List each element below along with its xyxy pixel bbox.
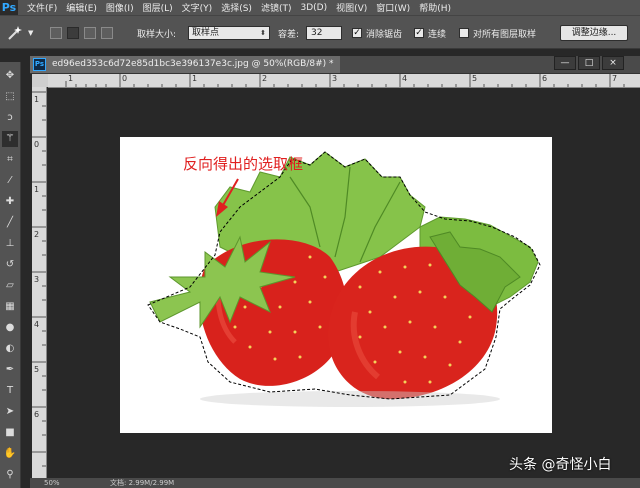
eyedropper-icon[interactable]: ⁄: [2, 173, 18, 189]
blur-icon[interactable]: ●: [2, 320, 18, 336]
brush-icon[interactable]: ╱: [2, 215, 18, 231]
ruler-label: 2: [34, 230, 40, 239]
options-bar: ▼ 取样大小: 取样点 ⬍ 容差: 32 ✓ 消除锯齿 ✓ 连续 对所有图层取样…: [0, 15, 640, 49]
zoom-level[interactable]: 50%: [44, 478, 60, 488]
ruler-label: 3: [332, 74, 338, 83]
document-tab-bar: Ps ed96ed353c6d72e85d1bc3e396137e3c.jpg …: [30, 56, 640, 74]
ruler-label: 7: [612, 74, 618, 83]
new-selection-button[interactable]: [50, 27, 62, 39]
subtract-from-selection-button[interactable]: [84, 27, 96, 39]
document-size: 文档: 2.99M/2.99M: [110, 479, 175, 487]
sample-size-label: 取样大小:: [137, 30, 177, 40]
restore-button[interactable]: □: [578, 56, 600, 70]
ruler-label: 1: [68, 74, 74, 83]
eraser-icon[interactable]: ▱: [2, 278, 18, 294]
magic-wand-icon[interactable]: [6, 24, 24, 42]
ruler-label: 0: [122, 74, 128, 83]
strawberries-illustration: [147, 151, 541, 407]
zoom-icon[interactable]: ⚲: [2, 467, 18, 483]
history-brush-icon[interactable]: ↺: [2, 257, 18, 273]
document-image[interactable]: [120, 137, 552, 433]
ruler-label: 1: [34, 95, 40, 104]
watermark: 头条 @奇怪小白: [509, 457, 612, 473]
ruler-label: 1: [192, 74, 198, 83]
tolerance-label: 容差:: [278, 30, 300, 40]
hand-icon[interactable]: ✋: [2, 446, 18, 462]
lasso-icon[interactable]: ↄ: [2, 110, 18, 126]
antialias-checkbox[interactable]: ✓: [352, 28, 362, 38]
sample-size-select[interactable]: 取样点 ⬍: [188, 26, 270, 40]
sample-size-value: 取样点: [192, 28, 220, 38]
menu-file[interactable]: 文件(F): [27, 1, 57, 14]
antialias-label: 消除锯齿: [366, 30, 403, 40]
annotation-text: 反向得出的选取框: [183, 155, 304, 173]
document-tab[interactable]: Ps ed96ed353c6d72e85d1bc3e396137e3c.jpg …: [30, 56, 340, 73]
ruler-vertical[interactable]: 1 0 1 2 3 4 5 6: [32, 87, 47, 488]
contiguous-label: 连续: [428, 30, 447, 40]
sample-all-layers-label: 对所有图层取样: [473, 30, 537, 40]
magic-wand-icon[interactable]: ⚚: [2, 131, 18, 147]
ruler-label: 4: [402, 74, 408, 83]
minimize-button[interactable]: —: [554, 56, 576, 70]
status-bar: 50% 文档: 2.99M/2.99M: [30, 478, 640, 488]
marquee-icon[interactable]: ⬚: [2, 89, 18, 105]
ruler-label: 5: [34, 365, 40, 374]
chevron-updown-icon: ⬍: [260, 29, 266, 37]
strawberry-shadow: [200, 391, 500, 407]
intersect-selection-button[interactable]: [101, 27, 113, 39]
sample-all-layers-checkbox[interactable]: [459, 28, 469, 38]
ruler-origin[interactable]: [32, 74, 48, 87]
menu-window[interactable]: 窗口(W): [376, 1, 410, 14]
tools-panel: ✥ ⬚ ↄ ⚚ ⌗ ⁄ ✚ ╱ ⊥ ↺ ▱ ▦ ● ◐ ✒ T ➤ ■ ✋ ⚲: [0, 62, 21, 488]
ruler-label: 6: [542, 74, 548, 83]
crop-icon[interactable]: ⌗: [2, 152, 18, 168]
menu-bar: Ps 文件(F) 编辑(E) 图像(I) 图层(L) 文字(Y) 选择(S) 滤…: [0, 0, 640, 15]
tolerance-input[interactable]: 32: [306, 26, 342, 40]
menu-select[interactable]: 选择(S): [221, 1, 252, 14]
document-title: ed96ed353c6d72e85d1bc3e396137e3c.jpg @ 5…: [52, 59, 334, 69]
ruler-label: 1: [34, 185, 40, 194]
menu-layer[interactable]: 图层(L): [143, 1, 173, 14]
path-selection-icon[interactable]: ➤: [2, 404, 18, 420]
ruler-label: 5: [472, 74, 478, 83]
menu-3d[interactable]: 3D(D): [300, 3, 327, 13]
tool-preset-chevron-down-icon[interactable]: ▼: [28, 29, 33, 37]
contiguous-checkbox[interactable]: ✓: [414, 28, 424, 38]
close-button[interactable]: ×: [602, 56, 624, 70]
menu-edit[interactable]: 编辑(E): [66, 1, 97, 14]
clone-stamp-icon[interactable]: ⊥: [2, 236, 18, 252]
move-icon[interactable]: ✥: [2, 68, 18, 84]
menu-view[interactable]: 视图(V): [336, 1, 367, 14]
menu-image[interactable]: 图像(I): [106, 1, 134, 14]
menu-type[interactable]: 文字(Y): [182, 1, 213, 14]
pen-icon[interactable]: ✒: [2, 362, 18, 378]
ruler-label: 3: [34, 275, 40, 284]
type-icon[interactable]: T: [2, 383, 18, 399]
dodge-icon[interactable]: ◐: [2, 341, 18, 357]
add-to-selection-button[interactable]: [67, 27, 79, 39]
ruler-label: 2: [262, 74, 268, 83]
ps-file-icon: Ps: [33, 58, 46, 71]
ruler-horizontal[interactable]: 1 0 1 2 3 4 5 6 7: [48, 74, 640, 88]
refine-edge-button[interactable]: 调整边缘...: [560, 25, 628, 41]
menu-help[interactable]: 帮助(H): [419, 1, 451, 14]
healing-brush-icon[interactable]: ✚: [2, 194, 18, 210]
ruler-label: 0: [34, 140, 40, 149]
ps-logo: Ps: [0, 0, 18, 15]
gradient-icon[interactable]: ▦: [2, 299, 18, 315]
menu-filter[interactable]: 滤镜(T): [261, 1, 292, 14]
ruler-label: 4: [34, 320, 40, 329]
shape-icon[interactable]: ■: [2, 425, 18, 441]
ruler-label: 6: [34, 410, 40, 419]
